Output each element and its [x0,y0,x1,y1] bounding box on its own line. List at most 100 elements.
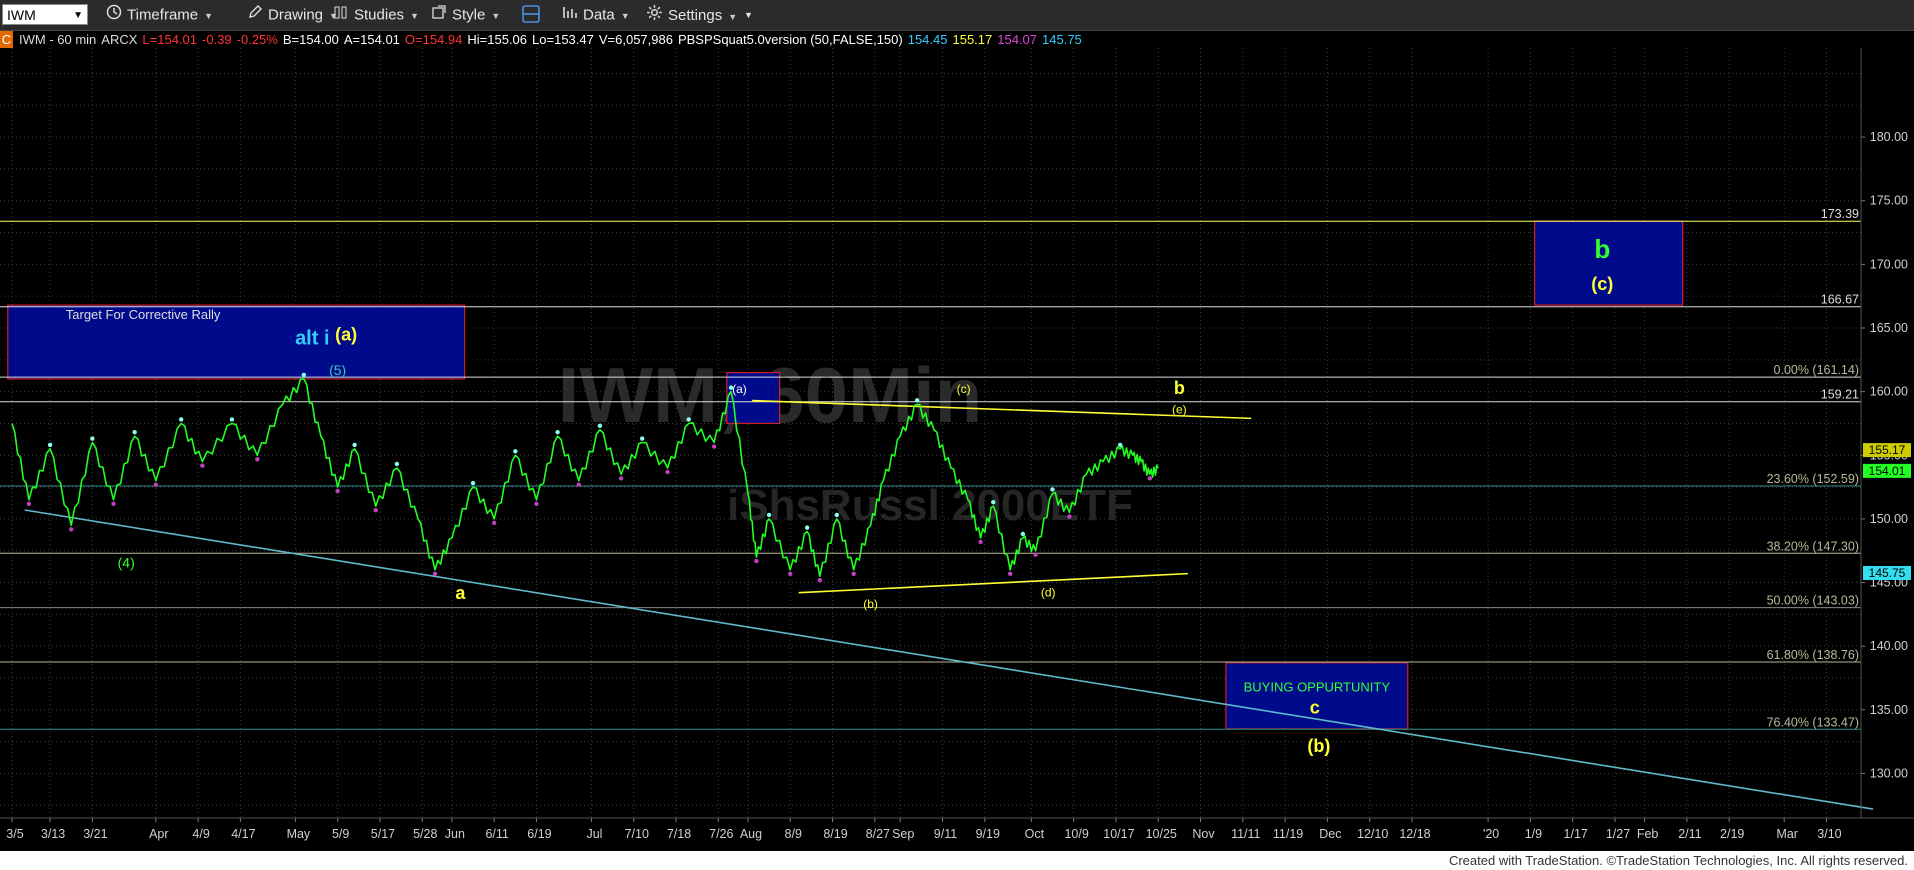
style-button[interactable]: Style ▼ [431,4,500,26]
swing-high-marker [1117,442,1123,448]
swing-low-marker [200,463,205,468]
bid-price: B=154.00 [282,32,339,47]
study-value-2: 155.17 [952,32,993,47]
ask-price: A=154.01 [343,32,400,47]
swing-low-marker [817,577,823,583]
open-price: O=154.94 [404,32,463,47]
settings-button[interactable]: Settings ▼ [646,4,737,26]
style-icon [431,4,447,27]
level-label: 0.00% (161.14) [1774,363,1859,377]
x-tick-label: 1/17 [1564,827,1588,841]
exchange: ARCX [101,32,138,47]
x-tick-label: 2/11 [1678,827,1701,841]
timeframe-label: Timeframe [127,6,199,24]
x-tick-label: Jul [586,827,602,841]
swing-low-marker [1067,514,1072,519]
wave-label: (a) [335,325,357,345]
wave-label: a [455,583,466,603]
swing-low-marker [111,501,116,507]
box-label: BUYING OPPURTUNITY [1244,680,1391,695]
x-tick-label: 6/19 [527,827,551,841]
net-change: -0.39 [202,32,232,47]
footer-credit: Created with TradeStation. ©TradeStation… [1448,853,1908,868]
studies-label: Studies [354,6,405,24]
y-tick-label: 130.00 [1870,766,1908,780]
chevron-down-icon[interactable]: ▼ [73,5,83,26]
swing-low-marker [978,539,983,545]
x-tick-label: Apr [149,827,168,841]
y-tick-label: 135.00 [1870,703,1908,717]
data-label: Data [583,6,615,24]
swing-low-marker [665,469,670,475]
wave-label: (5) [329,362,346,378]
wave-label: (b) [1307,736,1330,756]
price-tag-label: 154.01 [1869,464,1906,478]
studies-button[interactable]: Studies ▼ [333,4,419,26]
symbol-input[interactable]: IWM ▼ [2,4,88,25]
gear-icon [646,4,663,28]
x-tick-label: 11/19 [1273,827,1303,841]
settings-label: Settings [668,6,723,24]
x-tick-label: 3/21 [83,827,107,841]
caret-down-icon: ▼ [410,11,419,22]
x-tick-label: Feb [1637,827,1659,841]
swing-low-marker [1033,552,1038,557]
swing-low-marker [255,457,260,462]
level-label: 61.80% (138.76) [1767,648,1859,662]
x-tick-label: 9/19 [976,827,1000,841]
x-tick-label: 10/17 [1103,827,1134,841]
drawing-button[interactable]: Drawing ▼ [247,4,338,26]
x-tick-label: Dec [1319,827,1341,841]
wave-label: b [1174,378,1185,398]
studies-icon [333,4,349,27]
toolbar: IWM ▼ Timeframe ▼ Drawing ▼ Studies ▼ Style… [0,0,1914,31]
layout-icon[interactable] [522,4,540,26]
level-label: 50.00% (143.03) [1767,594,1859,608]
wave-label: alt i [295,328,329,350]
swing-high-marker [914,398,920,403]
x-tick-label: 5/28 [413,827,437,841]
x-tick-label: 12/10 [1357,827,1388,841]
bar-chart-icon [562,4,578,27]
swing-high-marker [301,372,307,378]
caret-down-icon: ▼ [620,11,630,22]
x-tick-label: 5/9 [332,827,349,841]
swing-high-marker [132,429,137,435]
swing-high-marker [394,461,400,467]
caret-down-icon: ▼ [204,11,214,22]
pencil-icon [247,4,263,27]
y-tick-label: 175.00 [1870,194,1908,208]
wave-label: (d) [1041,586,1056,600]
y-tick-label: 165.00 [1870,321,1908,335]
timeframe-button[interactable]: Timeframe ▼ [106,4,213,26]
swing-high-marker [470,480,476,486]
swing-low-marker [69,527,74,532]
level-label: 23.60% (152.59) [1767,472,1859,486]
swing-low-marker [618,476,624,481]
pct-change: -0.25% [236,32,278,47]
x-tick-label: 10/25 [1146,827,1177,841]
swing-low-marker [491,520,497,526]
data-button[interactable]: Data ▼ [562,4,630,26]
x-tick-label: 8/27 [866,827,890,841]
y-tick-label: 160.00 [1870,385,1908,399]
level-label: 76.40% (133.47) [1767,715,1859,729]
swing-low-marker [788,571,793,577]
swing-low-marker [373,507,378,513]
swing-high-marker [991,499,996,505]
price-chart[interactable]: IWM, 60MiniShsRussl 2000ETFTarget For Co… [0,48,1914,851]
x-tick-label: Sep [892,827,914,841]
swing-low-marker [26,501,32,507]
swing-high-marker [1020,531,1026,537]
symbol-value: IWM [7,7,36,23]
swing-high-marker [1050,487,1055,492]
x-tick-label: 10/9 [1064,827,1088,841]
swing-high-marker [513,449,518,454]
caret-down-icon: ▼ [491,11,501,22]
x-tick-label: Oct [1025,827,1045,841]
footer: Created with TradeStation. ©TradeStation… [0,851,1914,870]
drawing-label: Drawing [268,6,324,24]
x-tick-label: Jun [445,827,465,841]
more-caret-icon[interactable]: ▼ [744,4,753,26]
x-tick-label: 2/19 [1720,827,1744,841]
